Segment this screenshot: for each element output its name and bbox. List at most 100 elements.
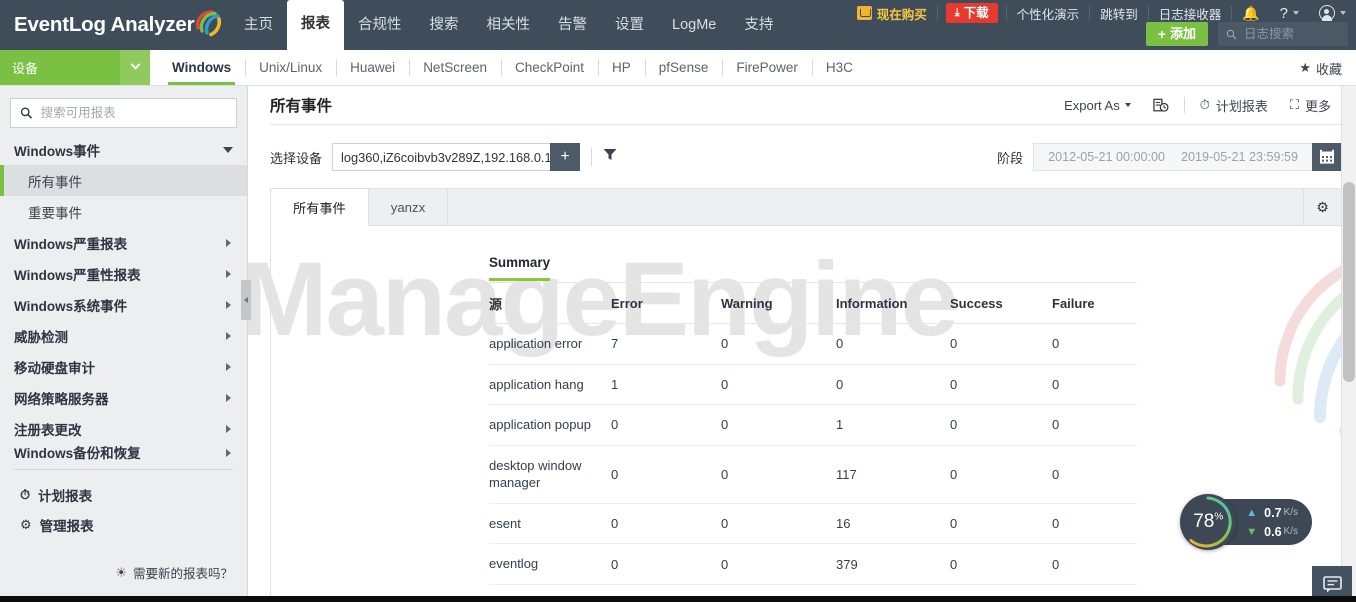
table-row[interactable]: esent 0 0 16 0 0 [489,503,1137,544]
nav-item-reports[interactable]: 报表 [287,0,344,50]
sidebar-group-registry-changes[interactable]: 注册表更改 [0,413,247,444]
cell-error: 7 [611,324,721,365]
cell-warning: 0 [721,445,836,503]
device-tab-firepower[interactable]: FirePower [722,50,812,85]
cell-information: 0 [836,364,950,405]
cpu-gauge: 78% [1180,494,1236,550]
cell-success: 0 [950,324,1052,365]
sidebar-collapse-handle[interactable] [241,280,251,320]
page-header: 所有事件 Export As ⏱ 计划报表 ⛶ [270,86,1356,124]
summary-table: 源 Error Warning Information Success Fail… [489,282,1137,602]
table-row[interactable]: application hang 1 0 0 0 0 [489,364,1137,405]
cell-error: 0 [611,544,721,585]
device-tab-unix-linux[interactable]: Unix/Linux [245,50,336,85]
device-tab-pfsense[interactable]: pfSense [645,50,723,85]
panel-tab-all-events[interactable]: 所有事件 [271,189,369,226]
table-row[interactable]: application error 7 0 0 0 0 [489,324,1137,365]
sidebar-item-important-events[interactable]: 重要事件 [0,196,247,227]
device-tab-checkpoint[interactable]: CheckPoint [501,50,598,85]
device-tab-windows[interactable]: Windows [158,50,245,85]
device-tab-h3c[interactable]: H3C [812,50,867,85]
report-search-input[interactable] [41,106,227,120]
add-device-button[interactable]: + [550,143,580,171]
sidebar-group-network-policy-server[interactable]: 网络策略服务器 [0,382,247,413]
network-speed-widget[interactable]: 78% ▲ 0.7 K/s ▼ 0.6 K/s [1180,494,1312,550]
report-search-box[interactable] [10,98,237,128]
sidebar-group-removable-disk-audit[interactable]: 移动硬盘审计 [0,351,247,382]
device-tab-netscreen[interactable]: NetScreen [409,50,501,85]
table-row[interactable]: desktop window manager 0 0 117 0 0 [489,445,1137,503]
clock-icon: ⏱ [20,487,30,503]
cell-information: 16 [836,503,950,544]
cell-success: 0 [950,503,1052,544]
page-scrollbar[interactable] [1341,86,1356,602]
sidebar-group-windows-critical-reports[interactable]: Windows严重报表 [0,227,247,258]
need-new-report-hint[interactable]: ☀ 需要新的报表吗？ [115,563,233,582]
download-value: 0.6 [1264,525,1281,539]
nav-item-correlation[interactable]: 相关性 [473,0,545,50]
sidebar-group-windows-events[interactable]: Windows事件 [0,134,247,165]
nav-item-alerts[interactable]: 告警 [544,0,601,50]
cell-failure: 0 [1052,324,1137,365]
cell-source: esent [489,503,611,544]
nav-item-home[interactable]: 主页 [230,0,287,50]
favorite-button[interactable]: ★ 收藏 [1299,50,1342,86]
sidebar-group-windows-severity-reports[interactable]: Windows严重性报表 [0,258,247,289]
device-type-selector[interactable]: 设备 [0,50,150,85]
bottom-bar [0,596,1356,602]
sidebar-item-all-events[interactable]: 所有事件 [0,165,247,196]
sidebar-group-label: 注册表更改 [14,419,82,439]
nav-item-logme[interactable]: LogMe [658,0,730,50]
export-history-button[interactable] [1142,98,1180,113]
personalized-demo-link[interactable]: 个性化演示 [1007,0,1090,26]
divider [270,124,1342,125]
log-search-input[interactable] [1244,27,1340,41]
more-button[interactable]: ⛶ 更多 [1279,96,1342,115]
app-logo[interactable]: EventLog Analyzer [0,0,230,50]
upload-value: 0.7 [1264,506,1281,520]
calendar-button[interactable] [1312,143,1342,171]
nav-item-settings[interactable]: 设置 [601,0,658,50]
cell-information: 1 [836,405,950,446]
cell-error: 0 [611,445,721,503]
scrollbar-thumb[interactable] [1343,182,1355,382]
export-as-button[interactable]: Export As [1053,98,1142,113]
panel-settings-button[interactable]: ⚙ [1303,189,1341,225]
sidebar-group-threat-detection[interactable]: 威胁检测 [0,320,247,351]
nav-item-compliance[interactable]: 合规性 [344,0,416,50]
download-rate: ▼ 0.6 K/s [1246,522,1298,541]
add-button[interactable]: + 添加 [1146,22,1208,46]
panel-tabs: 所有事件 yanzx ⚙ [271,189,1341,226]
column-header-failure: Failure [1052,283,1137,324]
sidebar-action-manage-report[interactable]: ⚙ 管理报表 [0,510,247,540]
table-row[interactable]: application popup 0 0 1 0 0 [489,405,1137,446]
log-search-box[interactable] [1218,22,1348,46]
cell-warning: 0 [721,544,836,585]
sidebar-group-windows-backup-restore[interactable]: Windows备份和恢复 [0,444,247,460]
cell-success: 0 [950,544,1052,585]
panel-tab-yanzx[interactable]: yanzx [369,189,448,225]
chevron-right-icon [226,301,231,309]
cell-source: application error [489,324,611,365]
sidebar-action-schedule-report[interactable]: ⏱ 计划报表 [0,480,247,510]
download-button[interactable]: ⤓ 下载 [946,3,998,23]
cpu-percent: 78 [1193,511,1214,532]
device-tab-huawei[interactable]: Huawei [336,50,409,85]
buy-now-button[interactable]: 现在购买 [847,0,937,26]
jump-to-link[interactable]: 跳转到 [1090,0,1148,26]
filter-funnel-button[interactable] [603,148,617,166]
period-range-value[interactable]: 2012-05-21 00:00:00 2019-05-21 23:59:59 [1033,143,1312,171]
clock-icon: ⏱ [1200,97,1210,113]
schedule-report-button[interactable]: ⏱ 计划报表 [1189,96,1279,115]
main-navigation: 主页 报表 合规性 搜索 相关性 告警 设置 LogMe 支持 [230,0,787,50]
table-row[interactable]: eventlog 0 0 379 0 0 [489,544,1137,585]
device-filter-value[interactable]: log360,iZ6coibvb3v289Z,192.168.0.194 [332,143,550,171]
plus-icon: + [1158,22,1166,46]
device-tab-hp[interactable]: HP [598,50,645,85]
sidebar-action-label: 管理报表 [40,515,94,535]
funnel-icon [603,148,617,161]
nav-item-search[interactable]: 搜索 [416,0,473,50]
sidebar-group-windows-system-events[interactable]: Windows系统事件 [0,289,247,320]
nav-item-support[interactable]: 支持 [730,0,787,50]
sidebar-group-label: Windows备份和恢复 [14,444,141,460]
